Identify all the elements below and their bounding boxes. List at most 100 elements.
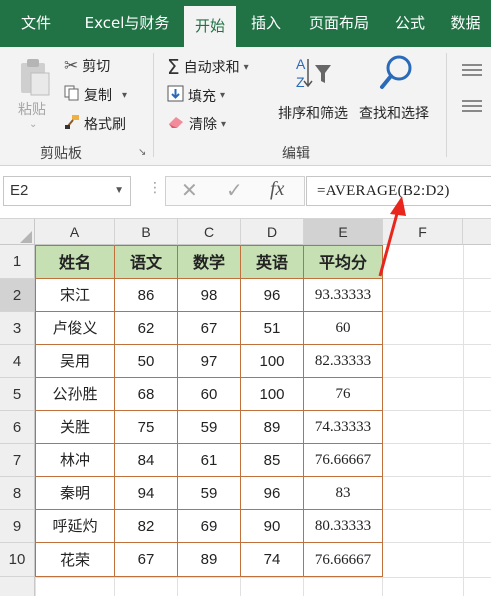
cell-score[interactable]: 59 [178, 411, 241, 444]
cell-name[interactable]: 呼延灼 [36, 510, 115, 543]
cell-average[interactable]: 76.66667 [304, 543, 383, 577]
cell-score[interactable]: 62 [115, 312, 178, 345]
cell-name[interactable]: 卢俊义 [36, 312, 115, 345]
cell-score[interactable]: 61 [178, 444, 241, 477]
column-header-g[interactable] [463, 219, 491, 245]
paste-button[interactable]: 粘贴 ⌄ [14, 57, 54, 137]
cell-average[interactable]: 93.33333 [304, 279, 383, 312]
cell-score[interactable]: 67 [178, 312, 241, 345]
chevron-down-icon[interactable]: ▾ [122, 90, 127, 101]
cell-average[interactable]: 74.33333 [304, 411, 383, 444]
clear-button[interactable]: 清除 ▾ [167, 114, 226, 134]
column-header-d[interactable]: D [241, 219, 304, 245]
row-header-5[interactable]: 5 [0, 378, 35, 411]
cell-score[interactable]: 59 [178, 477, 241, 510]
cell-score[interactable]: 84 [115, 444, 178, 477]
cell-name[interactable]: 宋江 [36, 279, 115, 312]
copy-button[interactable]: 复制 ▾ [64, 85, 127, 105]
cell-score[interactable]: 89 [178, 543, 241, 577]
name-box-value: E2 [10, 182, 29, 199]
row-header-2[interactable]: 2 [0, 279, 35, 312]
drag-handle-icon[interactable]: ⋮ [148, 180, 162, 196]
cell-name[interactable]: 吴用 [36, 345, 115, 378]
tab-insert[interactable]: 插入 [240, 0, 292, 47]
gridline [383, 509, 491, 510]
column-header-b[interactable]: B [115, 219, 178, 245]
align-lines-icon[interactable] [460, 59, 484, 133]
cell-average[interactable]: 82.33333 [304, 345, 383, 378]
tab-formulas[interactable]: 公式 [384, 0, 436, 47]
cell-average[interactable]: 76.66667 [304, 444, 383, 477]
cancel-icon[interactable]: ✕ [181, 178, 198, 202]
row-header-3[interactable]: 3 [0, 312, 35, 345]
row-header-8[interactable]: 8 [0, 477, 35, 510]
cell-score[interactable]: 97 [178, 345, 241, 378]
gridline [383, 443, 491, 444]
tab-home[interactable]: 开始 [184, 6, 236, 47]
find-select-button[interactable]: 查找和选择 [359, 55, 435, 122]
cell-score[interactable]: 51 [241, 312, 304, 345]
format-painter-button[interactable]: 格式刷 [64, 114, 126, 134]
tab-page-layout[interactable]: 页面布局 [296, 0, 382, 47]
cell-average[interactable]: 76 [304, 378, 383, 411]
autosum-button[interactable]: Σ 自动求和 ▾ [167, 55, 249, 79]
sort-filter-label: 排序和筛选 [278, 106, 348, 122]
tab-file[interactable]: 文件 [0, 0, 72, 47]
cell-score[interactable]: 89 [241, 411, 304, 444]
cell-average[interactable]: 60 [304, 312, 383, 345]
cell-score[interactable]: 82 [115, 510, 178, 543]
cut-button[interactable]: ✂ 剪切 [64, 56, 110, 76]
row-header-7[interactable]: 7 [0, 444, 35, 477]
format-painter-label: 格式刷 [84, 117, 126, 133]
cell-name[interactable]: 林冲 [36, 444, 115, 477]
cell-score[interactable]: 69 [178, 510, 241, 543]
row-header-11[interactable] [0, 577, 35, 596]
sort-filter-button[interactable]: A Z 排序和筛选 [278, 55, 354, 122]
chevron-down-icon: ▾ [220, 90, 226, 101]
tab-data[interactable]: 数据 [440, 0, 491, 47]
cell-average[interactable]: 83 [304, 477, 383, 510]
cell-score[interactable]: 96 [241, 279, 304, 312]
row-header-4[interactable]: 4 [0, 345, 35, 378]
cell-average[interactable]: 80.33333 [304, 510, 383, 543]
cell-name[interactable]: 关胜 [36, 411, 115, 444]
confirm-icon[interactable]: ✓ [226, 178, 243, 202]
cell-score[interactable]: 50 [115, 345, 178, 378]
cell-score[interactable]: 67 [115, 543, 178, 577]
clear-label: 清除 [189, 117, 217, 133]
cell-score[interactable]: 100 [241, 345, 304, 378]
header-cell-math[interactable]: 数学 [178, 246, 241, 279]
cell-score[interactable]: 96 [241, 477, 304, 510]
cell-score[interactable]: 90 [241, 510, 304, 543]
cell-score[interactable]: 68 [115, 378, 178, 411]
cell-score[interactable]: 98 [178, 279, 241, 312]
insert-function-icon[interactable]: fx [270, 178, 284, 201]
cell-score[interactable]: 86 [115, 279, 178, 312]
row-header-9[interactable]: 9 [0, 510, 35, 543]
annotation-arrow-icon [378, 196, 406, 277]
cell-score[interactable]: 85 [241, 444, 304, 477]
row-header-10[interactable]: 10 [0, 543, 35, 577]
row-header-1[interactable]: 1 [0, 245, 35, 279]
row-header-6[interactable]: 6 [0, 411, 35, 444]
header-cell-english[interactable]: 英语 [241, 246, 304, 279]
column-header-a[interactable]: A [35, 219, 115, 245]
cell-score[interactable]: 94 [115, 477, 178, 510]
name-box[interactable]: E2 ▼ [3, 176, 131, 206]
tab-excel-finance[interactable]: Excel与财务 [72, 0, 182, 47]
cell-score[interactable]: 74 [241, 543, 304, 577]
cell-name[interactable]: 公孙胜 [36, 378, 115, 411]
scissors-icon: ✂ [64, 56, 79, 76]
chevron-down-icon[interactable]: ▼ [114, 177, 124, 205]
header-cell-name[interactable]: 姓名 [36, 246, 115, 279]
gridline [383, 476, 491, 477]
fill-button[interactable]: 填充 ▾ [167, 85, 225, 106]
dialog-launcher-icon[interactable]: ↘ [138, 147, 146, 158]
cell-score[interactable]: 60 [178, 378, 241, 411]
cell-score[interactable]: 75 [115, 411, 178, 444]
header-cell-chinese[interactable]: 语文 [115, 246, 178, 279]
cell-name[interactable]: 花荣 [36, 543, 115, 577]
cell-score[interactable]: 100 [241, 378, 304, 411]
column-header-c[interactable]: C [178, 219, 241, 245]
cell-name[interactable]: 秦明 [36, 477, 115, 510]
